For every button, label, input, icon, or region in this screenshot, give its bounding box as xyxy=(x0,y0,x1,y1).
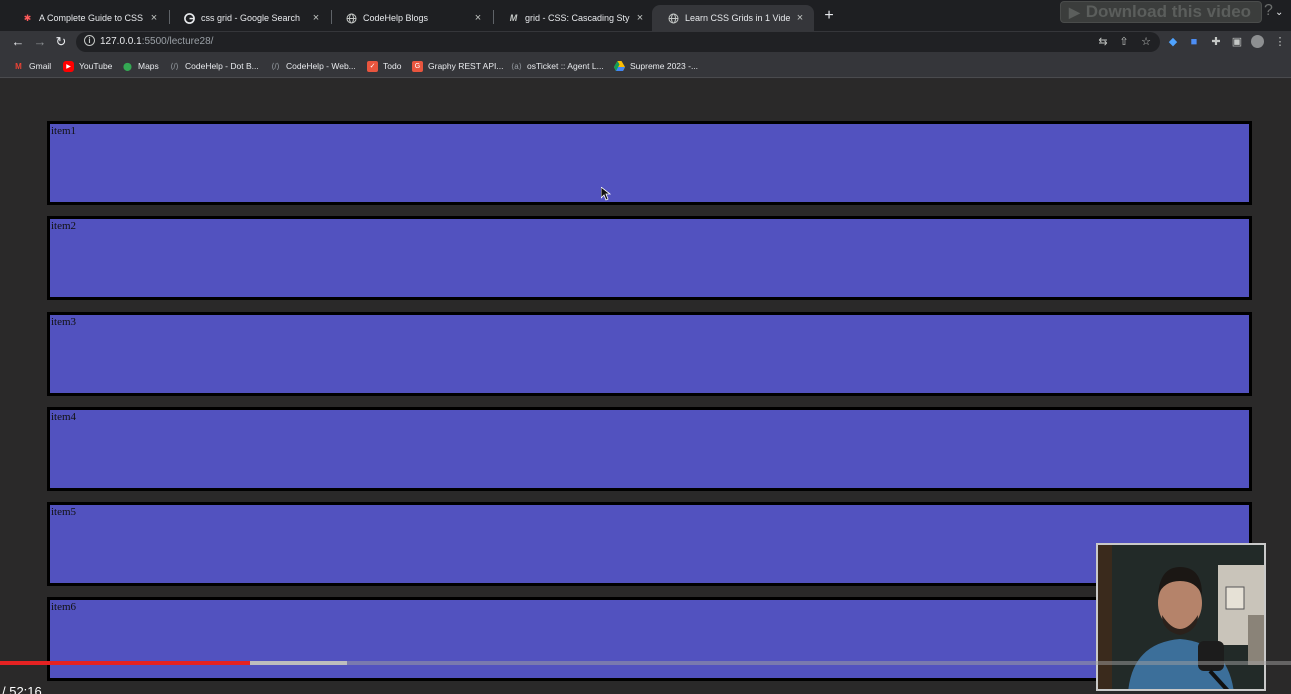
puzzle-extensions-icon[interactable]: ✚ xyxy=(1209,35,1223,49)
tab-codehelp-blogs[interactable]: CodeHelp Blogs × xyxy=(330,5,492,31)
tab-title: A Complete Guide to CSS Grid xyxy=(39,13,144,23)
url-text[interactable]: 127.0.0.1:5500/lecture28/ xyxy=(100,36,213,47)
download-video-button[interactable]: ▶ Download this video xyxy=(1060,1,1262,23)
grid-item-label: item3 xyxy=(51,316,77,328)
grid-item-label: item2 xyxy=(51,220,77,232)
globe-icon xyxy=(668,13,679,24)
tab-title: css grid - Google Search xyxy=(201,13,301,23)
codehelp-icon: ⟨/⟩ xyxy=(271,61,280,71)
bookmark-label: Gmail xyxy=(29,61,52,71)
new-tab-plus-icon[interactable]: + xyxy=(820,6,838,26)
css-tricks-asterisk-icon: ✱ xyxy=(23,12,32,23)
tab-title: grid - CSS: Cascading Style S xyxy=(525,13,630,23)
tab-css-guide[interactable]: ✱ A Complete Guide to CSS Grid × xyxy=(6,5,168,31)
presenter-video-image xyxy=(1098,545,1264,689)
tab-strip: ✱ A Complete Guide to CSS Grid × css gri… xyxy=(0,0,1291,31)
address-bar[interactable]: i 127.0.0.1:5500/lecture28/ xyxy=(76,32,1160,52)
grid-item: item6 xyxy=(47,597,1252,681)
bookmark-label: Todo xyxy=(383,61,402,71)
tab-title: CodeHelp Blogs xyxy=(363,13,429,23)
bookmark-supreme[interactable]: Supreme 2023 -... xyxy=(614,59,698,73)
grid-item-label: item5 xyxy=(51,506,77,518)
download-video-label: Download this video xyxy=(1085,2,1252,21)
grid-item-label: item6 xyxy=(51,601,77,613)
browser-toolbar: ← → ↻ i 127.0.0.1:5500/lecture28/ ⇆ ⇧ ☆ … xyxy=(0,31,1291,53)
video-time: / 52:16 xyxy=(2,684,42,694)
mdn-icon: M xyxy=(509,13,518,23)
bookmarks-bar: M Gmail ▶ YouTube ⬤ Maps ⟨/⟩ CodeHelp - … xyxy=(0,53,1291,78)
reload-icon[interactable]: ↻ xyxy=(52,33,70,51)
profile-avatar[interactable] xyxy=(1251,35,1264,48)
webcam-overlay xyxy=(1096,543,1266,691)
tab-title: Learn CSS Grids in 1 Video xyxy=(685,13,790,23)
mouse-cursor-icon xyxy=(601,187,611,201)
codehelp-icon: ⟨/⟩ xyxy=(170,61,179,71)
tab-mdn-grid[interactable]: M grid - CSS: Cascading Style S × xyxy=(492,5,654,31)
extension-blue-icon[interactable]: ◆ xyxy=(1166,35,1180,49)
close-icon[interactable]: × xyxy=(634,12,646,24)
todo-icon: ✓ xyxy=(367,60,378,72)
close-icon[interactable]: × xyxy=(148,12,160,24)
grid-item: item3 xyxy=(47,312,1252,396)
play-icon: ▶ xyxy=(1069,3,1080,20)
bookmark-label: Maps xyxy=(138,61,159,71)
grid-item-label: item1 xyxy=(51,125,77,137)
globe-icon xyxy=(346,13,357,24)
menu-kebab-icon[interactable]: ⋮ xyxy=(1273,35,1287,49)
bookmark-osticket[interactable]: ⟨a⟩ osTicket :: Agent L... xyxy=(511,59,604,73)
grid-item-label: item4 xyxy=(51,411,77,423)
google-icon xyxy=(184,12,195,24)
back-arrow-icon[interactable]: ← xyxy=(9,33,27,51)
maps-icon: ⬤ xyxy=(123,61,132,71)
bookmark-label: CodeHelp - Web... xyxy=(286,61,356,71)
bookmark-youtube[interactable]: ▶ YouTube xyxy=(63,59,112,73)
bookmark-label: Graphy REST API... xyxy=(428,61,504,71)
tab-google-search[interactable]: css grid - Google Search × xyxy=(168,5,330,31)
grid-item: item1 xyxy=(47,121,1252,205)
bookmark-gmail[interactable]: M Gmail xyxy=(13,59,51,73)
bookmark-maps[interactable]: ⬤ Maps xyxy=(122,59,159,73)
tab-search-chevron-icon[interactable]: ⌄ xyxy=(1275,7,1283,18)
grid-item: item2 xyxy=(47,216,1252,300)
bookmark-label: YouTube xyxy=(79,61,113,71)
osticket-icon: ⟨a⟩ xyxy=(511,61,522,71)
share-icon[interactable]: ⇧ xyxy=(1117,35,1131,49)
graphy-icon: G xyxy=(412,60,423,72)
extension-app-icon[interactable]: ■ xyxy=(1187,35,1201,49)
site-info-icon[interactable]: i xyxy=(84,35,95,46)
grid-item: item5 xyxy=(47,502,1252,586)
bookmark-codehelp-web[interactable]: ⟨/⟩ CodeHelp - Web... xyxy=(270,59,356,73)
side-panel-icon[interactable]: ▣ xyxy=(1230,35,1244,49)
forward-arrow-icon[interactable]: → xyxy=(31,33,49,51)
translate-icon[interactable]: ⇆ xyxy=(1096,35,1110,49)
video-progress-bar[interactable] xyxy=(0,661,1291,665)
help-icon[interactable]: ? xyxy=(1264,2,1273,20)
tab-learn-css-grids[interactable]: Learn CSS Grids in 1 Video × xyxy=(652,5,814,31)
bookmark-todo[interactable]: ✓ Todo xyxy=(367,59,401,73)
bookmark-label: CodeHelp - Dot B... xyxy=(185,61,259,71)
bookmark-label: osTicket :: Agent L... xyxy=(527,61,604,71)
close-icon[interactable]: × xyxy=(310,12,322,24)
gmail-icon: M xyxy=(15,61,22,71)
close-icon[interactable]: × xyxy=(472,12,484,24)
bookmark-label: Supreme 2023 -... xyxy=(630,61,699,71)
grid-item: item4 xyxy=(47,407,1252,491)
bookmark-codehelp-dot[interactable]: ⟨/⟩ CodeHelp - Dot B... xyxy=(169,59,259,73)
drive-icon xyxy=(614,61,625,72)
bookmark-star-icon[interactable]: ☆ xyxy=(1139,35,1153,49)
close-icon[interactable]: × xyxy=(794,12,806,24)
bookmark-graphy[interactable]: G Graphy REST API... xyxy=(412,59,503,73)
youtube-icon: ▶ xyxy=(63,60,74,72)
progress-played xyxy=(0,661,251,665)
